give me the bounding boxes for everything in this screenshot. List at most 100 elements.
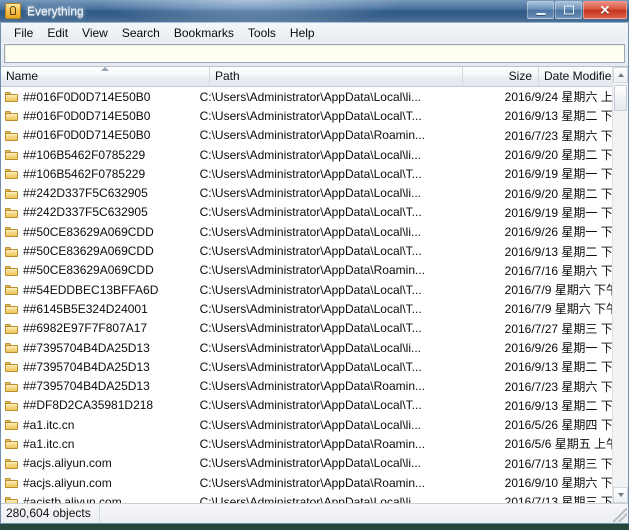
folder-icon [5, 284, 18, 296]
cell-name-label: #acjs.aliyun.com [23, 456, 112, 471]
folder-icon [5, 188, 18, 199]
cell-name: ##50CE83629A069CDD [1, 225, 195, 239]
column-header-path[interactable]: Path [210, 67, 463, 86]
table-row[interactable]: #acjstb.aliyun.com C:\Users\Administrator… [1, 492, 628, 503]
folder-icon [5, 91, 18, 103]
cell-name-label: ##50CE83629A069CDD [23, 224, 154, 239]
folder-icon [5, 149, 18, 161]
title-bar[interactable]: Everything ✕ [0, 0, 629, 23]
scrollbar-thumb[interactable] [614, 85, 627, 111]
cell-name-label: ##50CE83629A069CDD [23, 244, 154, 259]
cell-path: C:\Users\Administrator\AppData\Local\T..… [199, 166, 422, 181]
cell-path: C:\Users\Administrator\AppData\Local\T..… [199, 244, 422, 259]
minimize-icon [536, 13, 545, 15]
folder-icon [5, 226, 18, 238]
menu-item-search[interactable]: Search [115, 25, 167, 41]
cell-name: ##7395704B4DA25D13 [1, 379, 195, 393]
menu-item-help[interactable]: Help [283, 25, 322, 41]
folder-icon [5, 303, 18, 315]
table-row[interactable]: #a1.itc.cn C:\Users\Administrator\AppData… [1, 415, 628, 434]
cell-path: C:\Users\Administrator\AppData\Local\T..… [199, 205, 422, 220]
cell-name: ##242D337F5C632905 [1, 186, 195, 200]
maximize-button[interactable] [555, 1, 582, 19]
menu-item-view[interactable]: View [75, 25, 115, 41]
table-row[interactable]: ##54EDDBEC13BFFA6D C:\Users\Administrator… [1, 280, 628, 299]
cell-name-label: ##6145B5E324D24001 [23, 301, 148, 316]
cell-name-label: ##6982E97F7F807A17 [23, 321, 148, 336]
status-bar: 280,604 objects [1, 503, 628, 523]
cell-path: C:\Users\Administrator\AppData\Local\li.… [199, 147, 421, 162]
folder-icon [5, 168, 18, 180]
menu-item-bookmarks[interactable]: Bookmarks [167, 25, 241, 41]
table-row[interactable]: ##DF8D2CA35981D218 C:\Users\Administrator… [1, 396, 628, 415]
table-row[interactable]: ##016F0D0D714E50B0 C:\Users\Administrator… [1, 106, 628, 125]
table-row[interactable]: ##7395704B4DA25D13 C:\Users\Administrator… [1, 357, 628, 376]
window-title: Everything [27, 4, 84, 18]
table-row[interactable]: ##50CE83629A069CDD C:\Users\Administrator… [1, 222, 628, 241]
close-button[interactable]: ✕ [583, 1, 627, 19]
sort-ascending-icon [101, 67, 109, 71]
table-row[interactable]: ##7395704B4DA25D13 C:\Users\Administrator… [1, 376, 628, 395]
cell-path: C:\Users\Administrator\AppData\Local\li.… [199, 456, 421, 471]
cell-name: ##016F0D0D714E50B0 [1, 128, 195, 142]
cell-path: C:\Users\Administrator\AppData\Local\T..… [199, 321, 422, 336]
chevron-up-icon [617, 73, 624, 77]
cell-name-label: ##242D337F5C632905 [23, 186, 148, 201]
scroll-up-button[interactable] [613, 67, 628, 83]
everything-window: Everything ✕ File Edit View Search Bookm… [0, 0, 629, 524]
cell-date-modified: 2016/7/9 星期六 下午 1... [504, 302, 628, 317]
table-row[interactable]: ##6982E97F7F807A17 C:\Users\Administrator… [1, 319, 628, 338]
cell-name: ##54EDDBEC13BFFA6D [1, 283, 195, 297]
cell-date-modified: 2016/9/13 星期二 下午 ... [504, 360, 628, 375]
cell-name-label: ##50CE83629A069CDD [23, 263, 154, 278]
cell-path: C:\Users\Administrator\AppData\Roamin... [199, 475, 425, 490]
results-list: Name Path Size Date Modified ##016F0D0D7… [1, 66, 628, 503]
menu-item-edit[interactable]: Edit [40, 25, 75, 41]
table-row[interactable]: ##50CE83629A069CDD C:\Users\Administrator… [1, 241, 628, 260]
search-input[interactable] [4, 44, 625, 63]
result-rows: ##016F0D0D714E50B0 C:\Users\Administrator… [1, 87, 628, 503]
table-row[interactable]: ##242D337F5C632905 C:\Users\Administrator… [1, 183, 628, 202]
chevron-down-icon [617, 493, 624, 497]
table-row[interactable]: ##50CE83629A069CDD C:\Users\Administrator… [1, 261, 628, 280]
cell-date-modified: 2016/9/13 星期二 下午 ... [504, 398, 628, 413]
vertical-scrollbar[interactable] [612, 67, 628, 503]
cell-date-modified: 2016/9/26 星期一 下午 ... [504, 341, 628, 355]
table-row[interactable]: #acjs.aliyun.com C:\Users\Administrator\A… [1, 454, 628, 473]
cell-name: #acjstb.aliyun.com [1, 495, 195, 503]
cell-name: #acjs.aliyun.com [1, 476, 195, 490]
cell-name: ##6145B5E324D24001 [1, 302, 195, 316]
cell-name: ##DF8D2CA35981D218 [1, 398, 195, 412]
menu-item-file[interactable]: File [7, 25, 40, 41]
table-row[interactable]: ##016F0D0D714E50B0 C:\Users\Administrator… [1, 87, 628, 106]
table-row[interactable]: #acjs.aliyun.com C:\Users\Administrator\A… [1, 473, 628, 492]
cell-path: C:\Users\Administrator\AppData\Local\T..… [199, 398, 422, 413]
column-header-name-label: Name [6, 69, 39, 83]
cell-date-modified: 2016/7/16 星期六 下午 ... [504, 263, 628, 278]
cell-path: C:\Users\Administrator\AppData\Roamin... [199, 436, 425, 451]
cell-path: C:\Users\Administrator\AppData\Local\li.… [199, 494, 421, 503]
column-header-name[interactable]: Name [1, 67, 210, 86]
resize-grip[interactable] [613, 508, 627, 522]
table-row[interactable]: ##016F0D0D714E50B0 C:\Users\Administrator… [1, 126, 628, 145]
table-row[interactable]: #a1.itc.cn C:\Users\Administrator\AppData… [1, 434, 628, 453]
cell-path: C:\Users\Administrator\AppData\Local\T..… [199, 282, 422, 297]
folder-icon [5, 361, 18, 373]
menu-item-tools[interactable]: Tools [241, 25, 283, 41]
cell-path: C:\Users\Administrator\AppData\Local\li.… [199, 224, 421, 239]
cell-path: C:\Users\Administrator\AppData\Local\li.… [199, 186, 421, 201]
scroll-down-button[interactable] [613, 487, 628, 503]
column-header-size[interactable]: Size [463, 67, 539, 86]
table-row[interactable]: ##106B5462F0785229 C:\Users\Administrator… [1, 145, 628, 164]
folder-icon [5, 419, 18, 431]
menu-bar: File Edit View Search Bookmarks Tools He… [1, 23, 628, 42]
everything-app-icon [5, 3, 21, 19]
cell-path: C:\Users\Administrator\AppData\Local\li.… [199, 417, 421, 432]
table-row[interactable]: ##6145B5E324D24001 C:\Users\Administrator… [1, 299, 628, 318]
folder-icon [5, 323, 18, 334]
table-row[interactable]: ##242D337F5C632905 C:\Users\Administrator… [1, 203, 628, 222]
column-header-row: Name Path Size Date Modified [1, 67, 628, 87]
table-row[interactable]: ##106B5462F0785229 C:\Users\Administrator… [1, 164, 628, 183]
minimize-button[interactable] [527, 1, 554, 19]
table-row[interactable]: ##7395704B4DA25D13 C:\Users\Administrator… [1, 338, 628, 357]
